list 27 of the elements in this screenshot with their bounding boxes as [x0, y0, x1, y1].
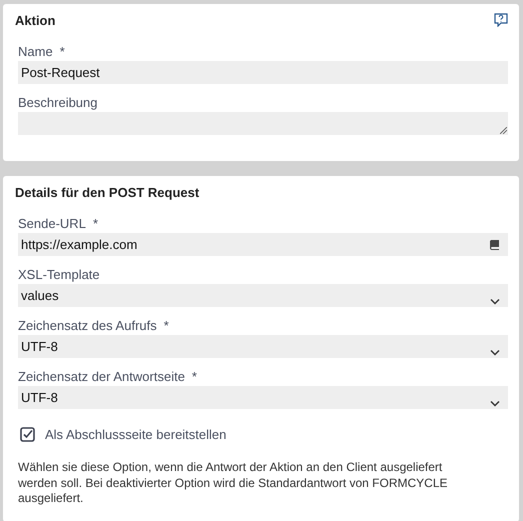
chevron-down-icon [490, 298, 500, 305]
checkbox[interactable] [20, 427, 35, 442]
book-icon[interactable] [489, 239, 500, 250]
url-input[interactable]: https://example.com [18, 233, 508, 256]
field-label: Sende-URL [18, 216, 86, 232]
resize-handle-icon [500, 127, 507, 134]
field-label: Name [18, 44, 53, 60]
text-input[interactable]: Post-Request [18, 61, 508, 84]
field-label: XSL-Template [18, 267, 100, 283]
chevron-down-icon [490, 349, 500, 356]
select-field[interactable]: values [18, 284, 508, 307]
select-field[interactable]: UTF-8 [18, 335, 508, 358]
panel-title: Aktion [15, 12, 56, 28]
required-mark: * [164, 318, 169, 334]
panel-title: Details für den POST Request [15, 184, 200, 200]
required-mark: * [60, 44, 65, 60]
required-mark: * [192, 369, 197, 385]
field-label: Beschreibung [18, 95, 98, 111]
field-label: Zeichensatz des Aufrufs [18, 318, 157, 334]
textarea-field[interactable] [18, 112, 508, 135]
help-icon[interactable] [494, 13, 508, 27]
select-field[interactable]: UTF-8 [18, 386, 508, 409]
checkbox-label: Als Abschlussseite bereitstellen [45, 427, 226, 442]
chevron-down-icon [490, 400, 500, 407]
required-mark: * [92, 216, 98, 232]
help-text: Wählen sie diese Option, wenn die Antwort der Aktion an den Client ausgeliefert werden soll. Bei deaktivierter Option wird die Standardantwort von FORMCYCLE ausgeliefert. [18, 460, 449, 506]
field-label: Zeichensatz der Antwortseite [18, 369, 185, 385]
